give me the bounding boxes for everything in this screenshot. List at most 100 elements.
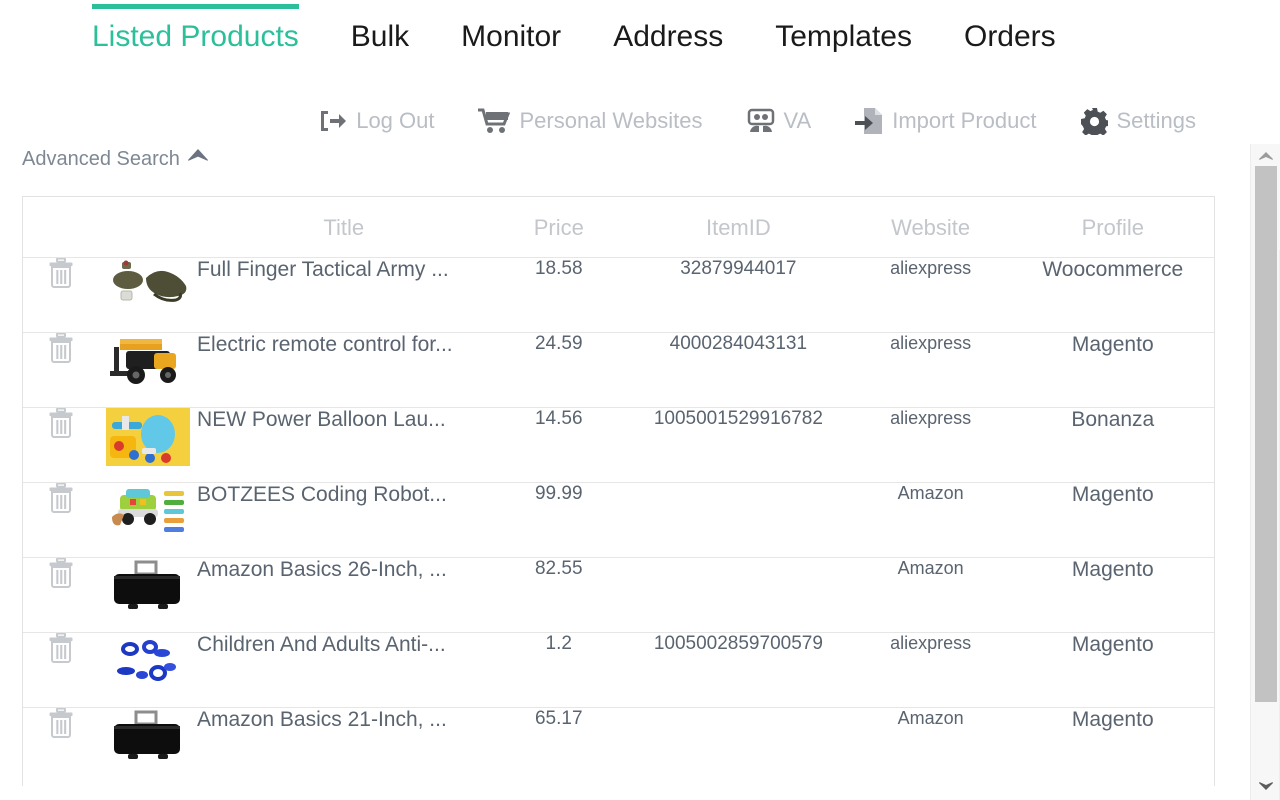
table-row[interactable]: BOTZEES Coding Robot... 99.99 Amazon Magent…	[23, 482, 1214, 558]
action-toolbar: Log Out Personal Websites VA Import Prod…	[0, 98, 1280, 144]
product-thumbnail	[99, 482, 198, 558]
table-row[interactable]: Full Finger Tactical Army ... 18.58 328799…	[23, 257, 1214, 333]
product-itemid	[627, 557, 850, 633]
product-thumbnail	[99, 557, 198, 633]
advanced-search-toggle[interactable]: Advanced Search	[22, 146, 209, 172]
product-title: NEW Power Balloon Lau...	[197, 407, 491, 483]
nav-tab-bulk[interactable]: Bulk	[351, 0, 409, 62]
product-price: 65.17	[490, 707, 628, 783]
caret-up-icon	[187, 148, 209, 167]
product-thumbnail	[99, 707, 198, 783]
thumb-coding-robot-toy	[106, 483, 190, 541]
gear-icon	[1080, 107, 1108, 135]
nav-tab-orders[interactable]: Orders	[964, 0, 1056, 62]
col-header-price[interactable]: Price	[490, 197, 628, 258]
action-label: Import Product	[892, 108, 1037, 133]
cart-icon	[478, 108, 511, 134]
users-icon	[747, 108, 775, 134]
trash-icon[interactable]	[48, 482, 74, 517]
action-settings[interactable]: Settings	[1080, 107, 1197, 135]
action-label: VA	[783, 108, 812, 133]
product-title: Full Finger Tactical Army ...	[197, 257, 491, 333]
product-profile: Magento	[1011, 707, 1214, 783]
table-row[interactable]: NEW Power Balloon Lau... 14.56 10050015299…	[23, 407, 1214, 483]
thumb-black-suitcase	[106, 708, 190, 766]
product-profile: Bonanza	[1011, 407, 1214, 483]
main-navigation: Listed Products Bulk Monitor Address Templat…	[0, 0, 1280, 82]
advanced-search-label: Advanced Search	[22, 148, 180, 170]
product-title: Children And Adults Anti-...	[197, 632, 491, 708]
table-row[interactable]: Electric remote control for... 24.59 40002…	[23, 332, 1214, 408]
action-va[interactable]: VA	[747, 108, 812, 134]
delete-row-button[interactable]	[23, 482, 100, 558]
page-scrollbar[interactable]	[1250, 144, 1280, 800]
product-price: 14.56	[490, 407, 628, 483]
nav-tab-monitor[interactable]: Monitor	[461, 0, 561, 62]
product-thumbnail	[99, 407, 198, 483]
table-row[interactable]: Children And Adults Anti-... 1.2 100500285…	[23, 632, 1214, 708]
col-header-itemid[interactable]: ItemID	[627, 197, 850, 258]
delete-row-button[interactable]	[23, 332, 100, 408]
scroll-up-arrow[interactable]	[1251, 146, 1280, 166]
trash-icon[interactable]	[48, 407, 74, 442]
trash-icon[interactable]	[48, 257, 74, 292]
product-profile: Magento	[1011, 557, 1214, 633]
action-import-product[interactable]: Import Product	[855, 107, 1037, 135]
trash-icon[interactable]	[48, 707, 74, 742]
nav-tab-templates[interactable]: Templates	[775, 0, 912, 62]
trash-icon[interactable]	[48, 332, 74, 367]
import-file-icon	[855, 107, 883, 135]
product-itemid: 4000284043131	[627, 332, 850, 408]
scrollbar-thumb[interactable]	[1255, 166, 1277, 702]
product-price: 99.99	[490, 482, 628, 558]
product-website: aliexpress	[849, 407, 1012, 483]
product-thumbnail	[99, 257, 198, 333]
product-profile: Magento	[1011, 482, 1214, 558]
thumb-forklift-toy	[106, 333, 190, 391]
delete-row-button[interactable]	[23, 257, 100, 333]
col-header-title[interactable]: Title	[197, 197, 491, 258]
nav-tab-listed-products[interactable]: Listed Products	[92, 0, 299, 62]
product-itemid	[627, 482, 850, 558]
product-price: 82.55	[490, 557, 628, 633]
product-itemid: 1005002859700579	[627, 632, 850, 708]
thumb-black-suitcase	[106, 558, 190, 616]
product-title: Amazon Basics 26-Inch, ...	[197, 557, 491, 633]
product-title: Electric remote control for...	[197, 332, 491, 408]
col-header-delete	[23, 197, 100, 258]
col-header-website[interactable]: Website	[849, 197, 1012, 258]
thumb-balloon-launcher-toy	[106, 408, 191, 466]
scroll-down-arrow[interactable]	[1251, 776, 1280, 796]
table-body: Full Finger Tactical Army ... 18.58 328799…	[23, 257, 1214, 783]
delete-row-button[interactable]	[23, 557, 100, 633]
product-website: Amazon	[849, 557, 1012, 633]
action-label: Settings	[1116, 108, 1197, 133]
product-itemid	[627, 707, 850, 783]
action-log-out[interactable]: Log Out	[319, 108, 434, 134]
product-profile: Magento	[1011, 332, 1214, 408]
products-table: Title Price ItemID Website Profile Full …	[23, 197, 1214, 783]
table-row[interactable]: Amazon Basics 21-Inch, ... 65.17 Amazon Mag…	[23, 707, 1214, 783]
product-itemid: 1005001529916782	[627, 407, 850, 483]
product-website: aliexpress	[849, 332, 1012, 408]
action-label: Log Out	[356, 108, 435, 133]
product-website: aliexpress	[849, 632, 1012, 708]
app-root: Listed Products Bulk Monitor Address Templat…	[0, 0, 1280, 800]
product-website: Amazon	[849, 707, 1012, 783]
nav-tab-address[interactable]: Address	[613, 0, 723, 62]
trash-icon[interactable]	[48, 557, 74, 592]
table-row[interactable]: Amazon Basics 26-Inch, ... 82.55 Amazon Mag…	[23, 557, 1214, 633]
thumb-blue-confetti	[106, 633, 190, 691]
product-title: Amazon Basics 21-Inch, ...	[197, 707, 491, 783]
delete-row-button[interactable]	[23, 632, 100, 708]
product-website: Amazon	[849, 482, 1012, 558]
trash-icon[interactable]	[48, 632, 74, 667]
delete-row-button[interactable]	[23, 407, 100, 483]
action-personal-websites[interactable]: Personal Websites	[478, 108, 703, 134]
col-header-image	[99, 197, 198, 258]
product-price: 18.58	[490, 257, 628, 333]
delete-row-button[interactable]	[23, 707, 100, 783]
product-price: 24.59	[490, 332, 628, 408]
product-profile: Woocommerce	[1011, 257, 1214, 333]
col-header-profile[interactable]: Profile	[1011, 197, 1214, 258]
